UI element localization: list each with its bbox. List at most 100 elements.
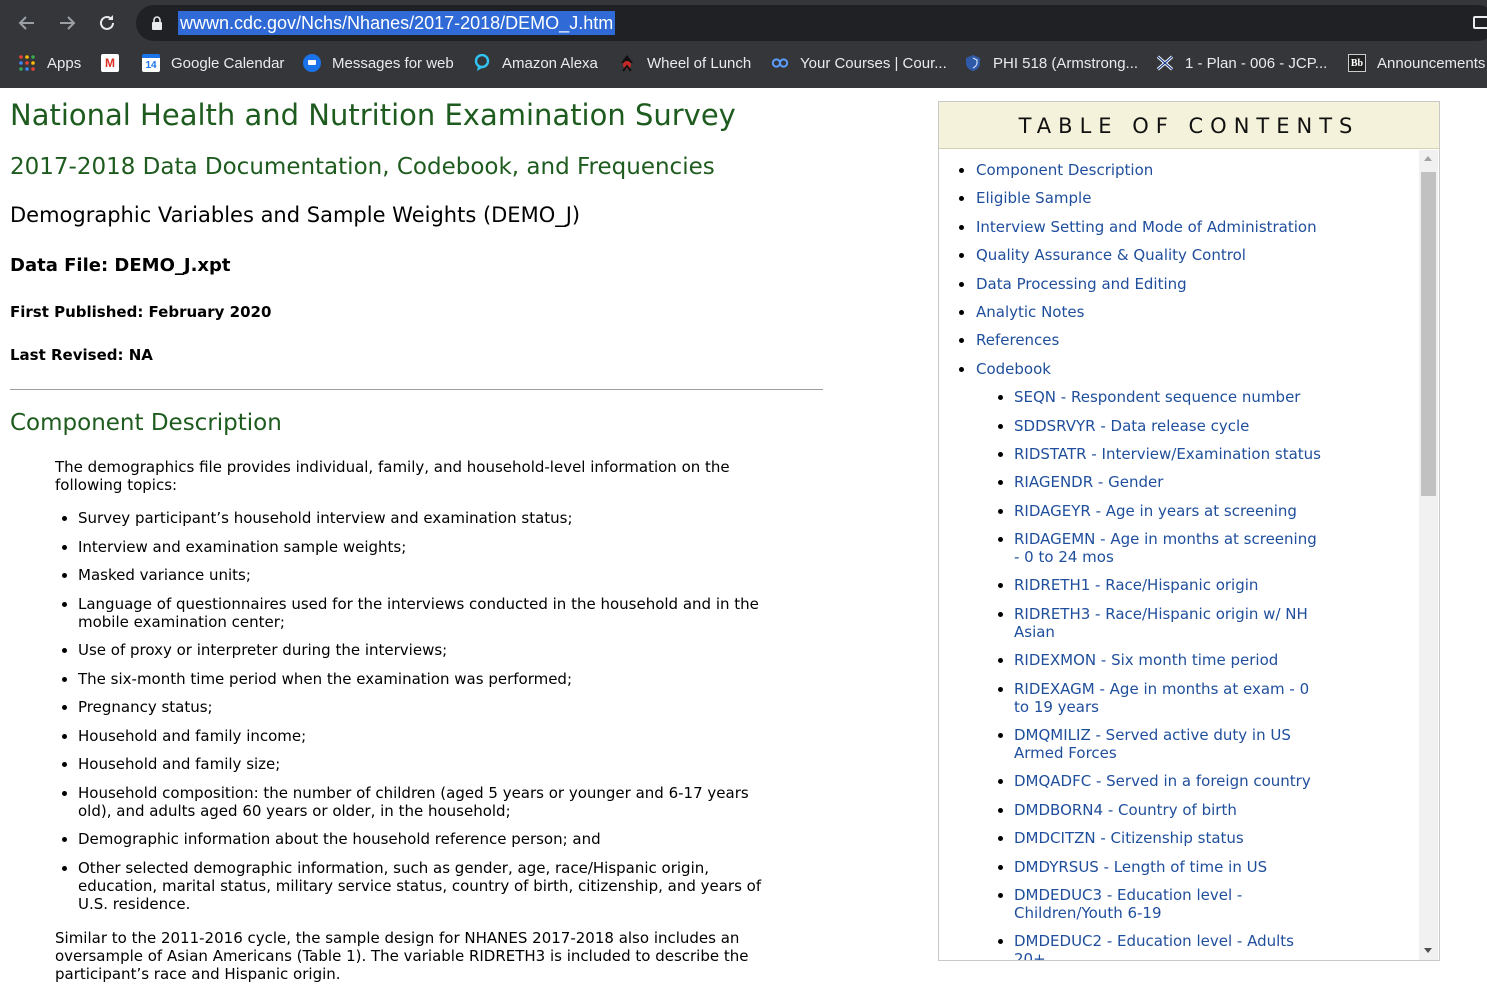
intro-paragraph: The demographics file provides individua… [55, 458, 730, 494]
apps-grid-icon [18, 54, 36, 72]
bookmark-apps[interactable]: Apps [18, 50, 81, 76]
horizontal-divider [10, 389, 823, 390]
page-subtitle: 2017-2018 Data Documentation, Codebook, … [10, 154, 715, 180]
list-item: Demographic information about the househ… [55, 830, 775, 848]
data-file-label: Data File: DEMO_J.xpt [10, 255, 231, 276]
bookmark-coursera[interactable]: Your Courses | Cour... [771, 50, 947, 76]
browser-toolbar: wwwn.cdc.gov/Nchs/Nhanes/2017-2018/DEMO_… [0, 0, 1487, 46]
bookmark-phi-518[interactable]: PHI 518 (Armstrong... [964, 50, 1138, 76]
toc-link-analytic-notes[interactable]: Analytic Notes [939, 303, 1419, 321]
toc-codebook-link[interactable]: RIDRETH1 - Race/Hispanic origin [939, 576, 1419, 594]
alexa-icon [473, 54, 491, 72]
toc-header: TABLE OF CONTENTS [939, 102, 1439, 149]
calendar-icon: 14 [142, 54, 160, 72]
bookmark-google-calendar[interactable]: 14 Google Calendar [142, 50, 284, 76]
toc-link-interview-setting[interactable]: Interview Setting and Mode of Administra… [939, 218, 1419, 236]
toc-link-component-description[interactable]: Component Description [939, 161, 1419, 179]
tab-search-icon[interactable] [1473, 16, 1487, 29]
web-page: National Health and Nutrition Examinatio… [0, 88, 1487, 988]
closing-paragraph: Similar to the 2011-2016 cycle, the samp… [55, 928, 749, 983]
address-bar[interactable]: wwwn.cdc.gov/Nchs/Nhanes/2017-2018/DEMO_… [136, 5, 1487, 41]
toc-codebook-link[interactable]: RIDAGEMN - Age in months at screening - … [939, 530, 1419, 566]
list-item: Household composition: the number of chi… [55, 784, 775, 820]
bookmark-announcements[interactable]: Bb Announcements [1348, 50, 1485, 76]
toc-codebook-link[interactable]: DMDBORN4 - Country of birth [939, 801, 1419, 819]
list-item: Household and family income; [55, 727, 775, 745]
toc-codebook-link[interactable]: DMDCITZN - Citizenship status [939, 829, 1419, 847]
scrollbar-thumb[interactable] [1421, 172, 1436, 496]
messages-icon [303, 54, 321, 72]
page-title: National Health and Nutrition Examinatio… [10, 98, 736, 132]
toc-scrollbar[interactable] [1419, 150, 1438, 960]
list-item: Household and family size; [55, 755, 775, 773]
list-item: Survey participant’s household interview… [55, 509, 775, 527]
coursera-icon [771, 54, 789, 72]
arrow-right-icon [60, 16, 76, 30]
toc-codebook-link[interactable]: DMDEDUC2 - Education level - Adults 20+ [939, 932, 1419, 960]
wheel-icon [618, 54, 636, 72]
bookmark-label: PHI 518 (Armstrong... [993, 54, 1139, 72]
table-of-contents: TABLE OF CONTENTS Component Description … [938, 101, 1440, 961]
url-text[interactable]: wwwn.cdc.gov/Nchs/Nhanes/2017-2018/DEMO_… [178, 11, 616, 35]
bookmark-label: Amazon Alexa [502, 54, 598, 72]
forward-button[interactable] [53, 9, 81, 37]
bookmark-label: Announcements [1377, 54, 1486, 72]
toc-link-eligible-sample[interactable]: Eligible Sample [939, 189, 1419, 207]
toc-codebook-link[interactable]: DMQMILIZ - Served active duty in US Arme… [939, 726, 1419, 762]
toc-codebook-link[interactable]: DMDEDUC3 - Education level - Children/Yo… [939, 886, 1419, 922]
toc-codebook-link[interactable]: RIDRETH3 - Race/Hispanic origin w/ NH As… [939, 605, 1419, 641]
toc-codebook-link[interactable]: RIDEXAGM - Age in months at exam - 0 to … [939, 680, 1419, 716]
back-button[interactable] [13, 9, 41, 37]
bookmark-label: 1 - Plan - 006 - JCP... [1185, 54, 1328, 72]
bookmark-amazon-alexa[interactable]: Amazon Alexa [473, 50, 598, 76]
reload-icon [100, 15, 114, 30]
toc-codebook-link[interactable]: RIDEXMON - Six month time period [939, 651, 1419, 669]
toc-link-codebook[interactable]: Codebook [939, 360, 1419, 378]
last-revised-label: Last Revised: NA [10, 346, 153, 364]
bookmark-label: Your Courses | Cour... [800, 54, 947, 72]
list-item: The six-month time period when the exami… [55, 670, 775, 688]
list-item: Language of questionnaires used for the … [55, 595, 775, 631]
browser-chrome: wwwn.cdc.gov/Nchs/Nhanes/2017-2018/DEMO_… [0, 0, 1487, 88]
toc-codebook-link[interactable]: RIDAGEYR - Age in years at screening [939, 502, 1419, 520]
bookmark-label: Google Calendar [171, 54, 285, 72]
scroll-down-arrow-icon[interactable] [1424, 948, 1432, 953]
bookmark-gmail[interactable]: M [101, 50, 130, 76]
arrow-left-icon [18, 16, 34, 30]
dataset-title: Demographic Variables and Sample Weights… [10, 203, 581, 227]
component-description-body: The demographics file provides individua… [55, 458, 775, 988]
component-description-heading: Component Description [10, 410, 282, 436]
shield-icon [964, 54, 982, 72]
bookmark-label: Wheel of Lunch [647, 54, 752, 72]
toc-link-data-processing[interactable]: Data Processing and Editing [939, 275, 1419, 293]
reload-button[interactable] [93, 9, 121, 37]
toc-codebook-link[interactable]: DMDYRSUS - Length of time in US [939, 858, 1419, 876]
list-item: Other selected demographic information, … [55, 859, 775, 913]
bookmark-messages[interactable]: Messages for web [303, 50, 454, 76]
list-item: Use of proxy or interpreter during the i… [55, 641, 775, 659]
blackboard-icon: Bb [1348, 54, 1366, 72]
toc-codebook-link[interactable]: SDDSRVYR - Data release cycle [939, 417, 1419, 435]
bookmark-label: Messages for web [332, 54, 454, 72]
toc-codebook-link[interactable]: DMQADFC - Served in a foreign country [939, 772, 1419, 790]
toc-list: Component Description Eligible Sample In… [939, 161, 1419, 960]
toc-link-quality-assurance[interactable]: Quality Assurance & Quality Control [939, 246, 1419, 264]
scroll-up-arrow-icon[interactable] [1424, 156, 1432, 161]
bookmark-wheel-of-lunch[interactable]: Wheel of Lunch [618, 50, 751, 76]
list-item: Interview and examination sample weights… [55, 538, 775, 556]
toc-scroll-area[interactable]: Component Description Eligible Sample In… [939, 150, 1419, 960]
toc-codebook-link[interactable]: RIAGENDR - Gender [939, 473, 1419, 491]
gmail-icon: M [101, 54, 119, 72]
bookmark-jcp-plan[interactable]: 1 - Plan - 006 - JCP... [1156, 50, 1327, 76]
lock-icon [152, 16, 162, 30]
toc-title: TABLE OF CONTENTS [1018, 114, 1360, 138]
bookmark-label: Apps [47, 54, 82, 72]
topics-list: Survey participant’s household interview… [55, 509, 775, 913]
bookmarks-bar: Apps M 14 Google Calendar Messages for w… [0, 46, 1487, 80]
toc-codebook-link[interactable]: RIDSTATR - Interview/Examination status [939, 445, 1419, 463]
toc-codebook-link[interactable]: SEQN - Respondent sequence number [939, 388, 1419, 406]
x-logo-icon [1156, 54, 1174, 72]
list-item: Pregnancy status; [55, 698, 775, 716]
list-item: Masked variance units; [55, 566, 775, 584]
toc-link-references[interactable]: References [939, 331, 1419, 349]
